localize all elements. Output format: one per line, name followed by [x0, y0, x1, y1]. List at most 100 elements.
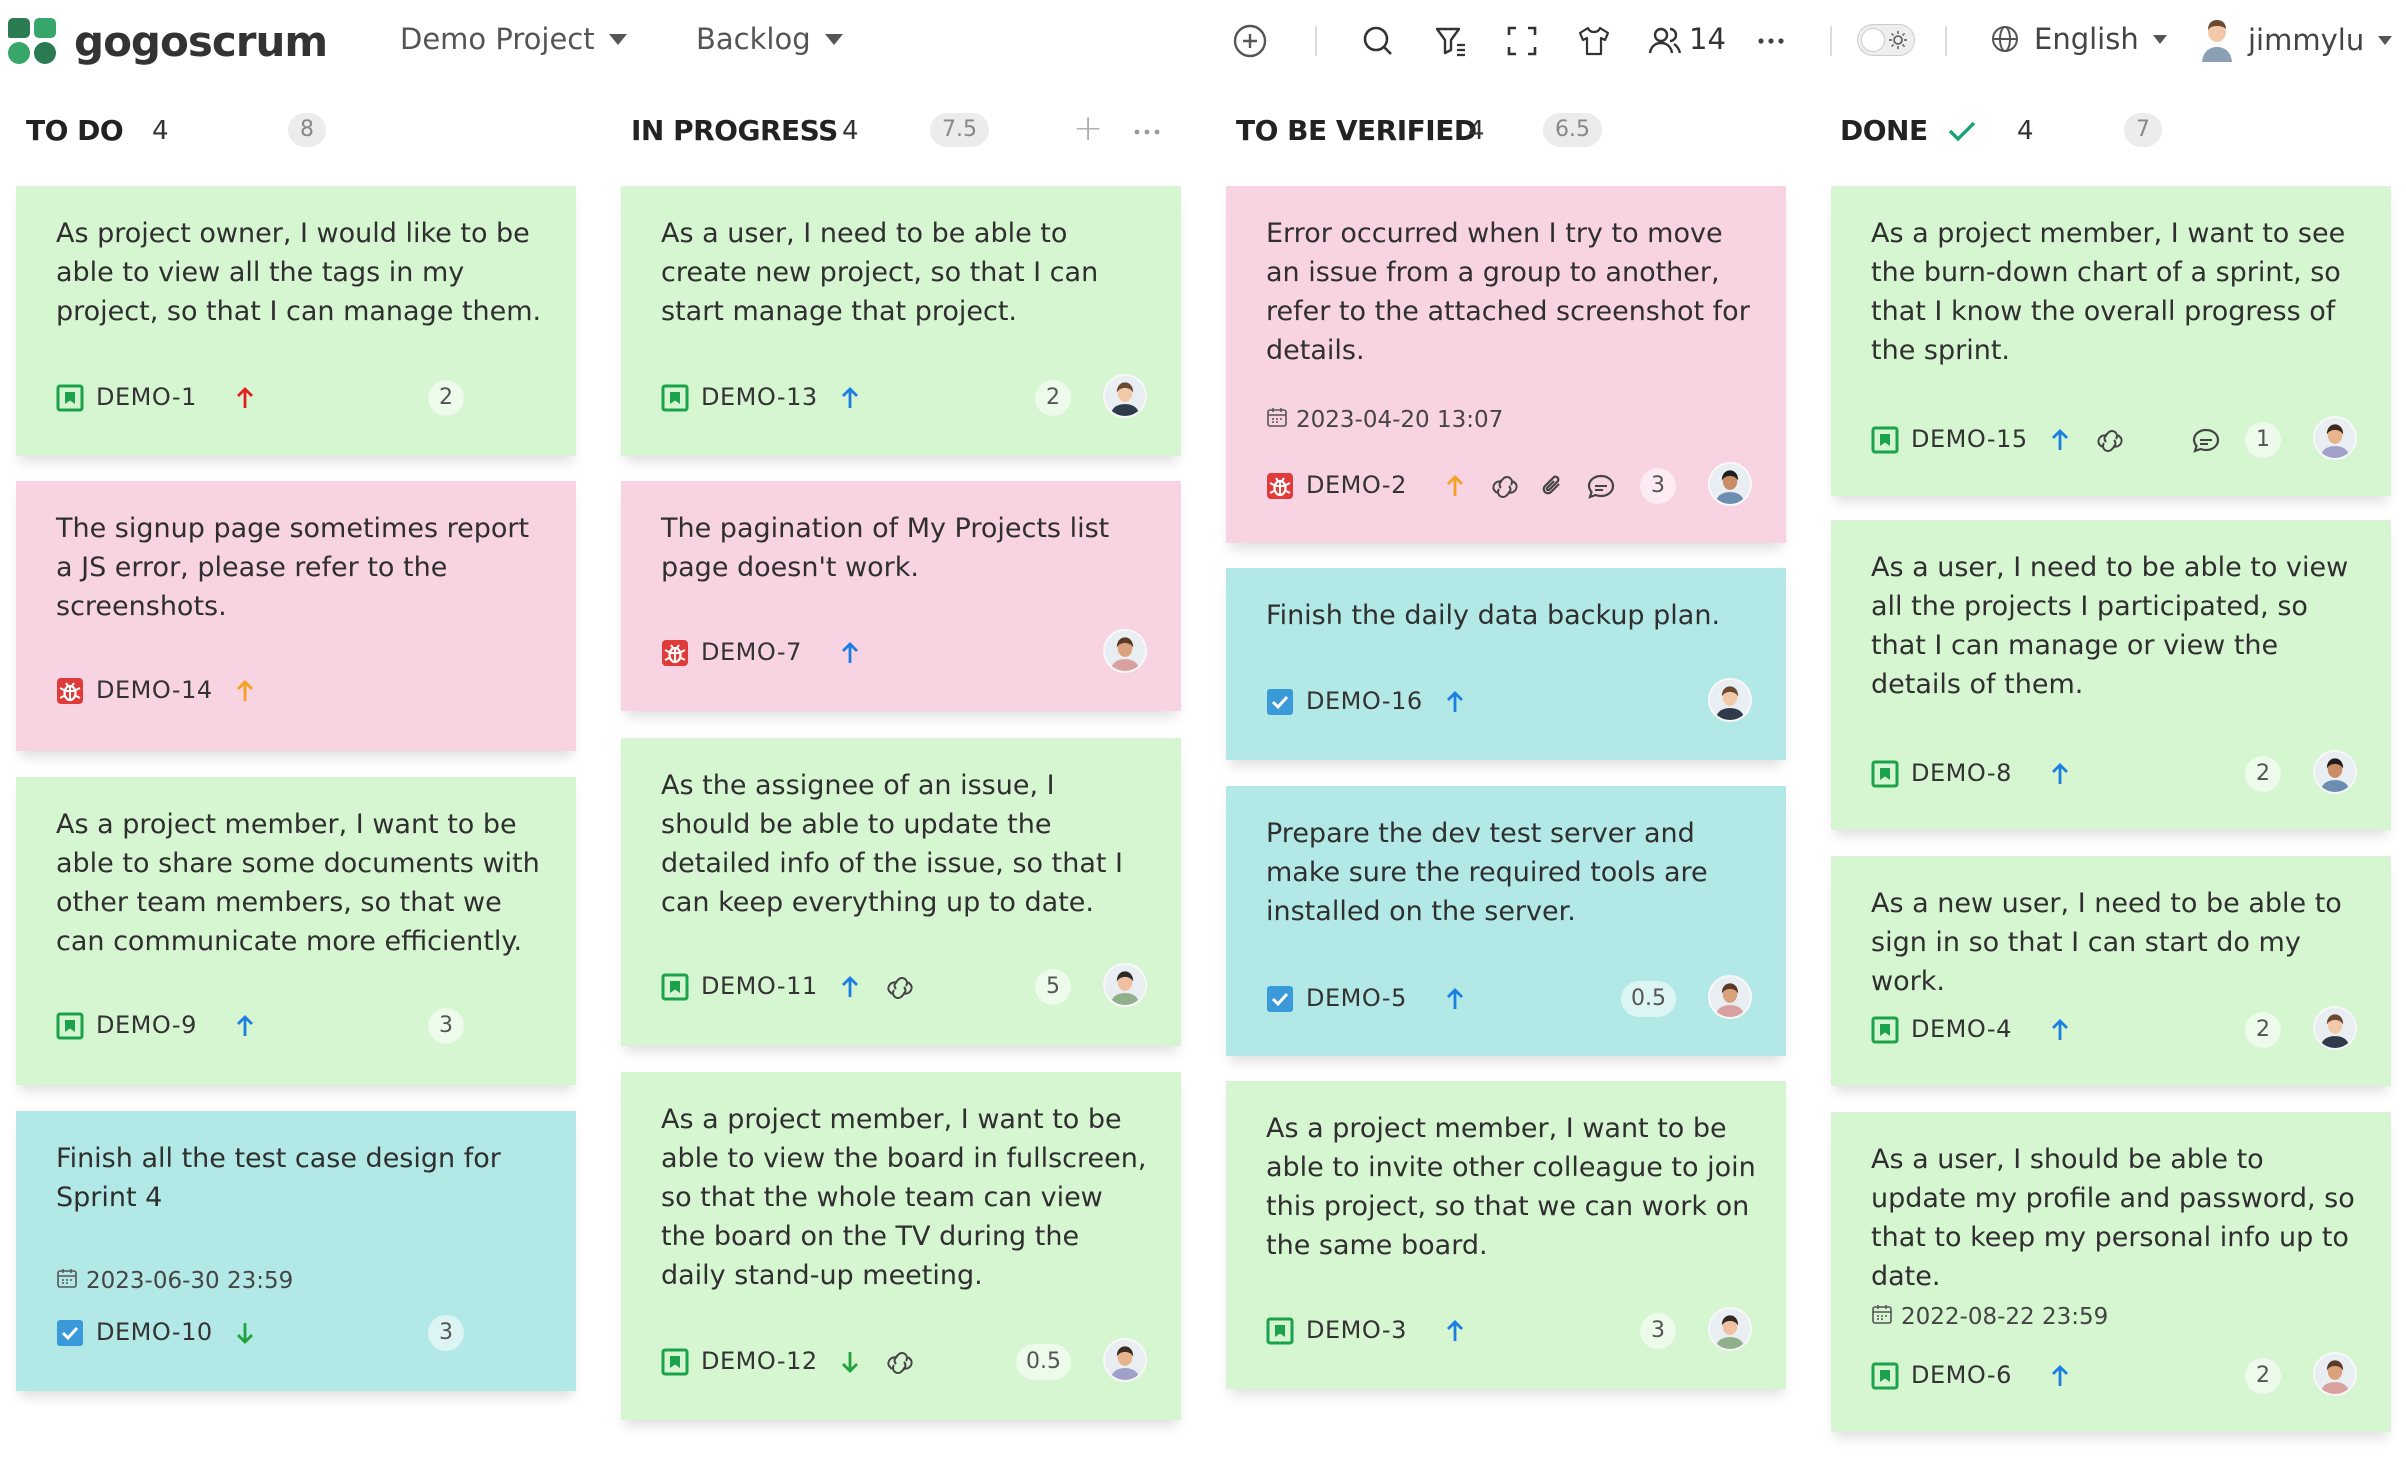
assignee-avatar[interactable] — [1103, 374, 1147, 418]
issue-card[interactable]: Finish all the test case design for Spri… — [16, 1111, 576, 1391]
story-bookmark-icon — [1871, 760, 1899, 788]
issue-key[interactable]: DEMO-3 — [1306, 1316, 1407, 1344]
language-selector[interactable]: English — [1990, 22, 2167, 56]
issue-title: Finish all the test case design for Spri… — [56, 1143, 501, 1213]
issue-key[interactable]: DEMO-2 — [1306, 471, 1407, 499]
issue-card[interactable]: Prepare the dev test server and make sur… — [1226, 786, 1786, 1056]
column-title: DONE — [1840, 114, 1928, 147]
issue-card[interactable]: As a user, I should be able to update my… — [1831, 1112, 2391, 1432]
issue-title: Prepare the dev test server and make sur… — [1266, 818, 1708, 927]
project-selector[interactable]: Demo Project — [400, 22, 627, 56]
issue-key[interactable]: DEMO-5 — [1306, 984, 1407, 1012]
issue-title: As the assignee of an issue, I should be… — [661, 770, 1124, 918]
issue-title: As a project member, I want to see the b… — [1871, 218, 2346, 366]
issue-title: As a project member, I want to be able t… — [56, 809, 540, 957]
app-logo[interactable]: gogoscrum — [8, 18, 328, 66]
user-avatar — [2200, 18, 2234, 62]
issue-card[interactable]: As project owner, I would like to be abl… — [16, 186, 576, 456]
add-icon[interactable] — [1231, 22, 1269, 60]
view-selector[interactable]: Backlog — [696, 22, 843, 56]
more-icon[interactable] — [1752, 22, 1790, 60]
card-footer: DEMO-14 — [56, 673, 536, 709]
chevron-down-icon — [824, 33, 843, 45]
issue-key[interactable]: DEMO-11 — [701, 972, 818, 1000]
issue-card[interactable]: As a user, I need to be able to create n… — [621, 186, 1181, 456]
link-icon — [2095, 426, 2125, 456]
assignee-avatar[interactable] — [1708, 678, 1752, 722]
issue-key[interactable]: DEMO-7 — [701, 638, 802, 666]
issue-key[interactable]: DEMO-10 — [96, 1318, 213, 1346]
card-footer: DEMO-10 3 — [56, 1315, 536, 1351]
issue-key[interactable]: DEMO-15 — [1911, 425, 2028, 453]
due-date: 2022-08-22 23:59 — [1871, 1303, 2108, 1331]
fullscreen-icon[interactable] — [1503, 22, 1541, 60]
assignee-avatar[interactable] — [1103, 629, 1147, 673]
assignee-avatar[interactable] — [2313, 416, 2357, 460]
issue-card[interactable]: As a project member, I want to see the b… — [1831, 186, 2391, 496]
issue-card[interactable]: As a new user, I need to be able to sign… — [1831, 856, 2391, 1086]
priority-medium-icon — [2047, 426, 2073, 454]
issue-key[interactable]: DEMO-9 — [96, 1011, 197, 1039]
issue-key[interactable]: DEMO-4 — [1911, 1015, 2012, 1043]
user-menu[interactable]: jimmylu — [2200, 18, 2393, 62]
assignee-avatar[interactable] — [1103, 963, 1147, 1007]
calendar-icon — [1266, 406, 1288, 434]
issue-key[interactable]: DEMO-12 — [701, 1347, 818, 1375]
priority-highest-icon — [232, 384, 258, 412]
issue-card[interactable]: As the assignee of an issue, I should be… — [621, 738, 1181, 1046]
issue-card[interactable]: The signup page sometimes report a JS er… — [16, 481, 576, 751]
task-checkbox-icon — [56, 1319, 84, 1347]
search-icon[interactable] — [1359, 22, 1397, 60]
priority-medium-icon — [2047, 760, 2073, 788]
view-name: Backlog — [696, 22, 811, 56]
issue-key[interactable]: DEMO-8 — [1911, 759, 2012, 787]
add-card-icon[interactable]: + — [1073, 108, 1103, 149]
assignee-avatar[interactable] — [1708, 462, 1752, 506]
theme-shirt-icon[interactable] — [1575, 22, 1613, 60]
assignee-avatar[interactable] — [1708, 1307, 1752, 1351]
priority-medium-icon — [232, 1012, 258, 1040]
issue-key[interactable]: DEMO-16 — [1306, 687, 1423, 715]
members-icon[interactable] — [1646, 22, 1684, 60]
card-footer: DEMO-13 2 — [661, 374, 1147, 418]
story-points: 2 — [2245, 756, 2281, 792]
issue-card[interactable]: As a project member, I want to be able t… — [621, 1072, 1181, 1420]
column-more-icon[interactable] — [1132, 117, 1162, 151]
filter-icon[interactable] — [1432, 22, 1470, 60]
issue-title: Error occurred when I try to move an iss… — [1266, 218, 1750, 366]
dark-mode-toggle[interactable] — [1857, 24, 1915, 56]
issue-key[interactable]: DEMO-13 — [701, 383, 818, 411]
issue-key[interactable]: DEMO-14 — [96, 676, 213, 704]
issue-title: As a user, I need to be able to view all… — [1871, 552, 2349, 700]
logo-icon — [8, 18, 60, 66]
assignee-avatar[interactable] — [1708, 975, 1752, 1019]
members-count[interactable]: 14 — [1689, 22, 1726, 56]
priority-medium-icon — [2047, 1362, 2073, 1390]
column-count: 4 — [1468, 116, 1485, 146]
issue-card[interactable]: Error occurred when I try to move an iss… — [1226, 186, 1786, 543]
story-points: 0.5 — [1621, 981, 1676, 1017]
column-title: TO BE VERIFIED — [1236, 114, 1477, 147]
column-points-badge: 7.5 — [930, 113, 989, 147]
top-bar: gogoscrum Demo Project Backlog 14 Englis… — [0, 0, 2406, 82]
assignee-avatar[interactable] — [2313, 1352, 2357, 1396]
story-points: 2 — [428, 380, 464, 416]
story-bookmark-icon — [661, 384, 689, 412]
assignee-avatar[interactable] — [2313, 1006, 2357, 1050]
story-points: 2 — [1035, 380, 1071, 416]
issue-card[interactable]: As a user, I need to be able to view all… — [1831, 520, 2391, 830]
issue-card[interactable]: Finish the daily data backup plan. DEMO-1… — [1226, 568, 1786, 760]
story-points: 5 — [1035, 969, 1071, 1005]
column-count: 4 — [2017, 116, 2034, 146]
priority-medium-icon — [1442, 985, 1468, 1013]
issue-card[interactable]: As a project member, I want to be able t… — [1226, 1081, 1786, 1389]
column-count: 4 — [152, 116, 169, 146]
issue-card[interactable]: As a project member, I want to be able t… — [16, 777, 576, 1085]
story-points: 2 — [2245, 1358, 2281, 1394]
issue-card[interactable]: The pagination of My Projects list page … — [621, 481, 1181, 711]
assignee-avatar[interactable] — [1103, 1338, 1147, 1382]
story-bookmark-icon — [1871, 426, 1899, 454]
issue-key[interactable]: DEMO-1 — [96, 383, 197, 411]
issue-key[interactable]: DEMO-6 — [1911, 1361, 2012, 1389]
assignee-avatar[interactable] — [2313, 750, 2357, 794]
